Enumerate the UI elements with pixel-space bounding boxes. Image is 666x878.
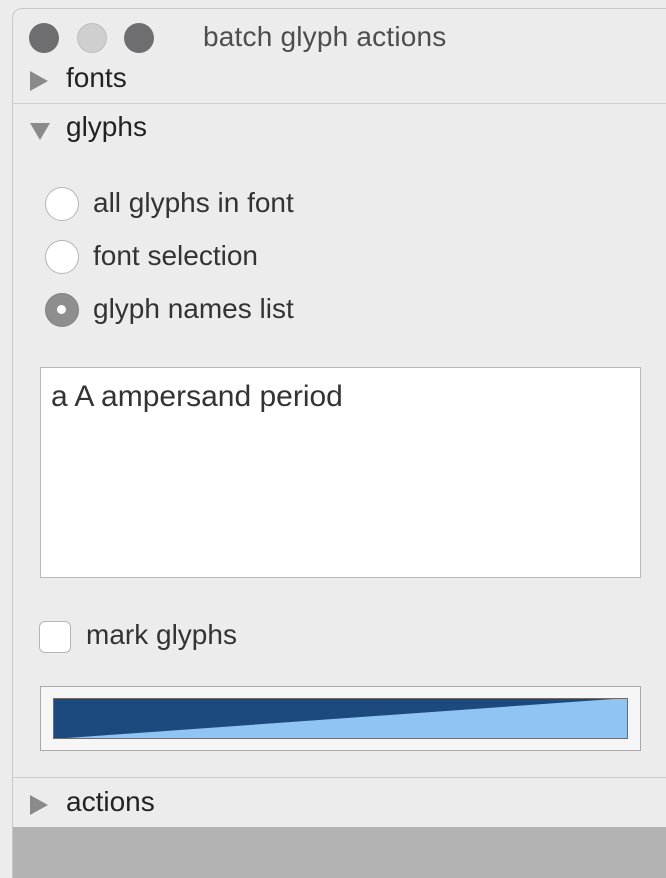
mark-glyphs-checkbox-row[interactable]: mark glyphs (39, 617, 539, 657)
color-swatch (53, 698, 628, 739)
radio-button[interactable] (45, 240, 79, 274)
minimize-window-button[interactable] (77, 23, 107, 53)
radio-font-selection[interactable]: font selection (45, 238, 645, 278)
radio-button-selected[interactable] (45, 293, 79, 327)
zoom-window-button[interactable] (124, 23, 154, 53)
batch-glyph-actions-window: batch glyph actions fonts glyphs all gly… (12, 8, 666, 878)
disclosure-triangle-right-icon[interactable] (30, 795, 48, 815)
bottom-bar (13, 827, 666, 878)
mark-glyphs-label: mark glyphs (86, 619, 237, 650)
glyph-names-textarea[interactable]: a A ampersand period (40, 367, 641, 578)
disclosure-triangle-down-icon[interactable] (30, 123, 50, 140)
radio-button[interactable] (45, 187, 79, 221)
disclosure-triangle-right-icon[interactable] (30, 71, 48, 91)
mark-glyphs-checkbox[interactable] (39, 621, 71, 653)
section-divider (13, 103, 666, 104)
section-glyphs-header[interactable]: glyphs (13, 106, 666, 154)
radio-dot-icon (57, 305, 66, 314)
radio-label: glyph names list (93, 293, 294, 324)
section-fonts-label: fonts (66, 62, 127, 93)
close-window-button[interactable] (29, 23, 59, 53)
section-glyphs-label: glyphs (66, 111, 147, 142)
section-actions-header[interactable]: actions (13, 781, 666, 829)
radio-glyph-names-list[interactable]: glyph names list (45, 291, 645, 331)
radio-all-glyphs-in-font[interactable]: all glyphs in font (45, 185, 645, 225)
section-actions-label: actions (66, 786, 155, 817)
section-divider (13, 777, 666, 778)
mark-color-well[interactable] (40, 686, 641, 751)
section-fonts-header[interactable]: fonts (13, 57, 666, 105)
radio-label: all glyphs in font (93, 187, 294, 218)
radio-label: font selection (93, 240, 258, 271)
window-title: batch glyph actions (203, 21, 447, 52)
